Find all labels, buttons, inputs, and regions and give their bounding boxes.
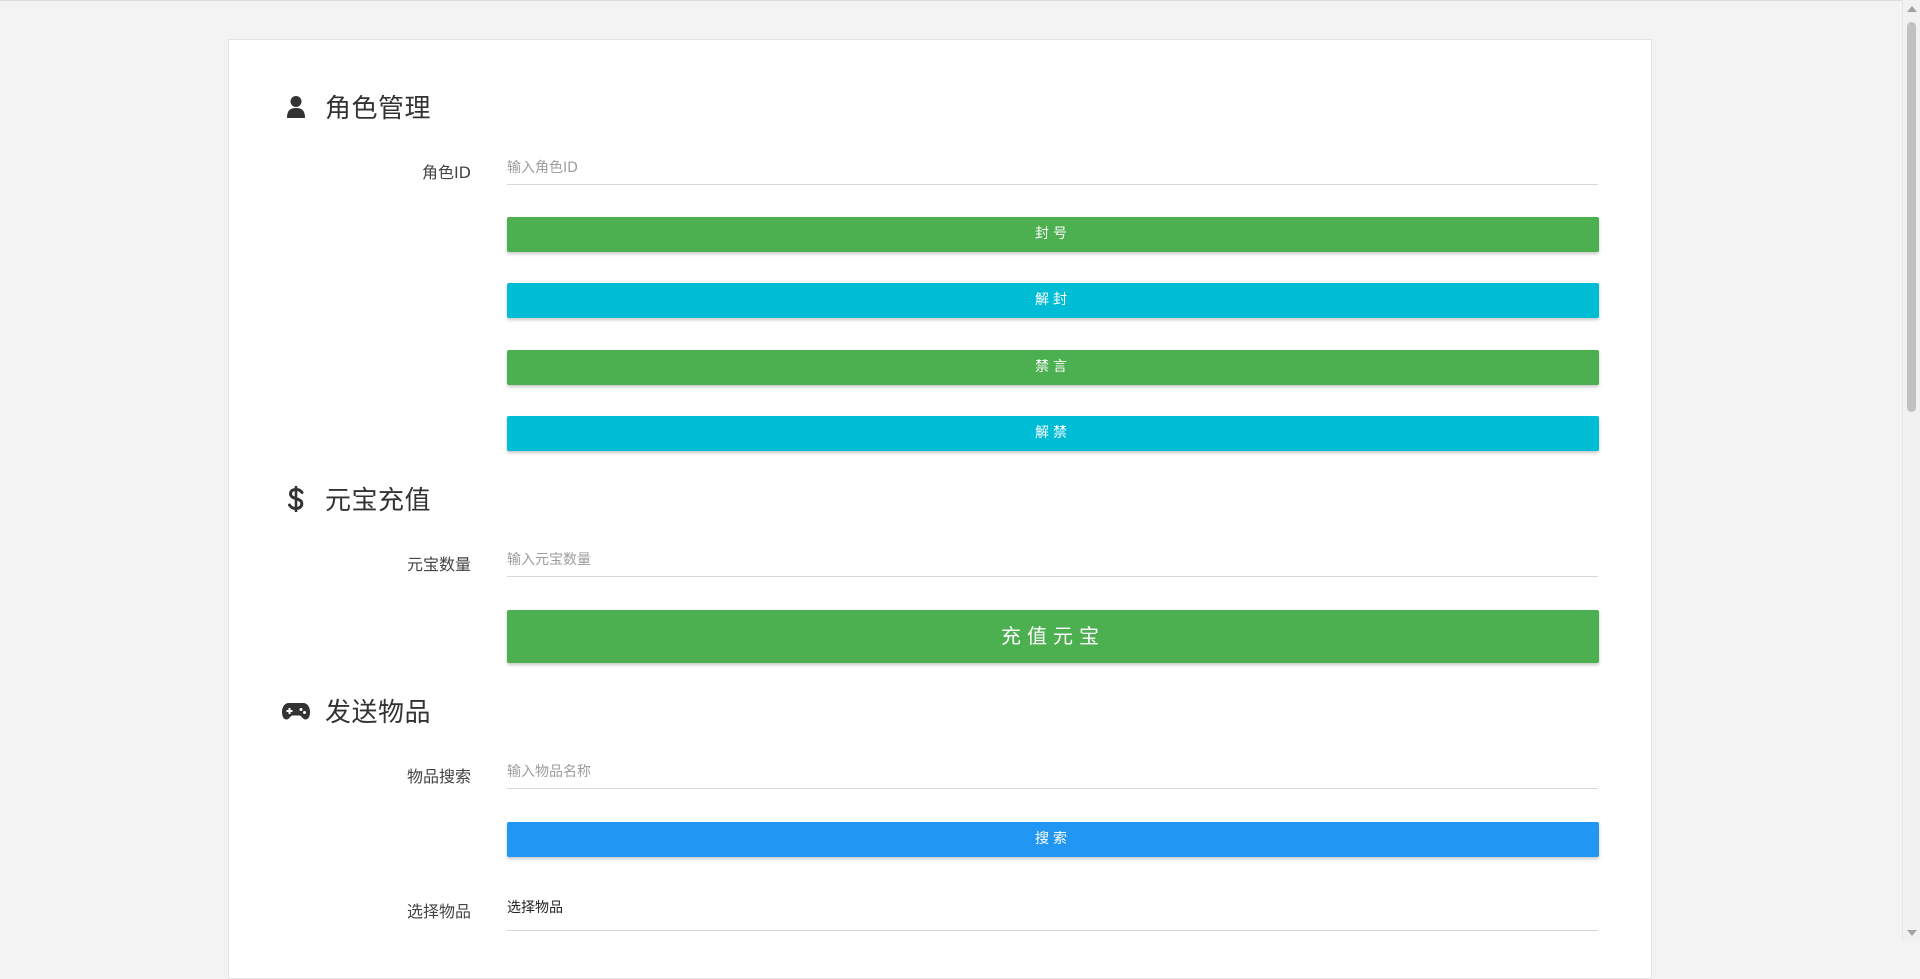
gamepad-icon <box>281 696 311 726</box>
unmute-button[interactable]: 解禁 <box>507 416 1599 451</box>
ban-button[interactable]: 封号 <box>507 217 1599 252</box>
unban-button[interactable]: 解封 <box>507 283 1599 318</box>
recharge-button[interactable]: 充值元宝 <box>507 610 1599 663</box>
top-border <box>0 0 1902 1</box>
role-section-title: 角色管理 <box>281 88 431 125</box>
items-section-label: 发送物品 <box>325 698 432 728</box>
items-section-title: 发送物品 <box>281 692 431 729</box>
item-search-input[interactable] <box>507 756 1598 789</box>
scroll-up-arrow-icon[interactable] <box>1907 6 1917 12</box>
item-select[interactable]: 选择物品 <box>507 892 1598 931</box>
page-scrollbar[interactable] <box>1902 0 1920 942</box>
user-icon <box>281 92 311 122</box>
yuanbao-amount-input[interactable] <box>507 544 1598 577</box>
search-button[interactable]: 搜索 <box>507 822 1599 857</box>
scroll-down-arrow-icon[interactable] <box>1907 930 1917 936</box>
role-id-input[interactable] <box>507 152 1598 185</box>
item-select-label: 选择物品 <box>406 902 471 921</box>
admin-panel: 角色管理 角色ID 封号 解封 禁言 解禁 元宝充值 元宝数量 充值元宝 <box>228 39 1652 979</box>
item-search-label: 物品搜索 <box>406 767 471 786</box>
dollar-icon <box>281 484 311 514</box>
role-id-label: 角色ID <box>421 163 471 182</box>
scroll-thumb[interactable] <box>1907 22 1916 412</box>
role-section-label: 角色管理 <box>325 94 432 124</box>
mute-button[interactable]: 禁言 <box>507 350 1599 385</box>
yuanbao-section-label: 元宝充值 <box>325 486 432 516</box>
yuanbao-section-title: 元宝充值 <box>281 480 431 517</box>
yuanbao-amount-label: 元宝数量 <box>406 555 471 574</box>
